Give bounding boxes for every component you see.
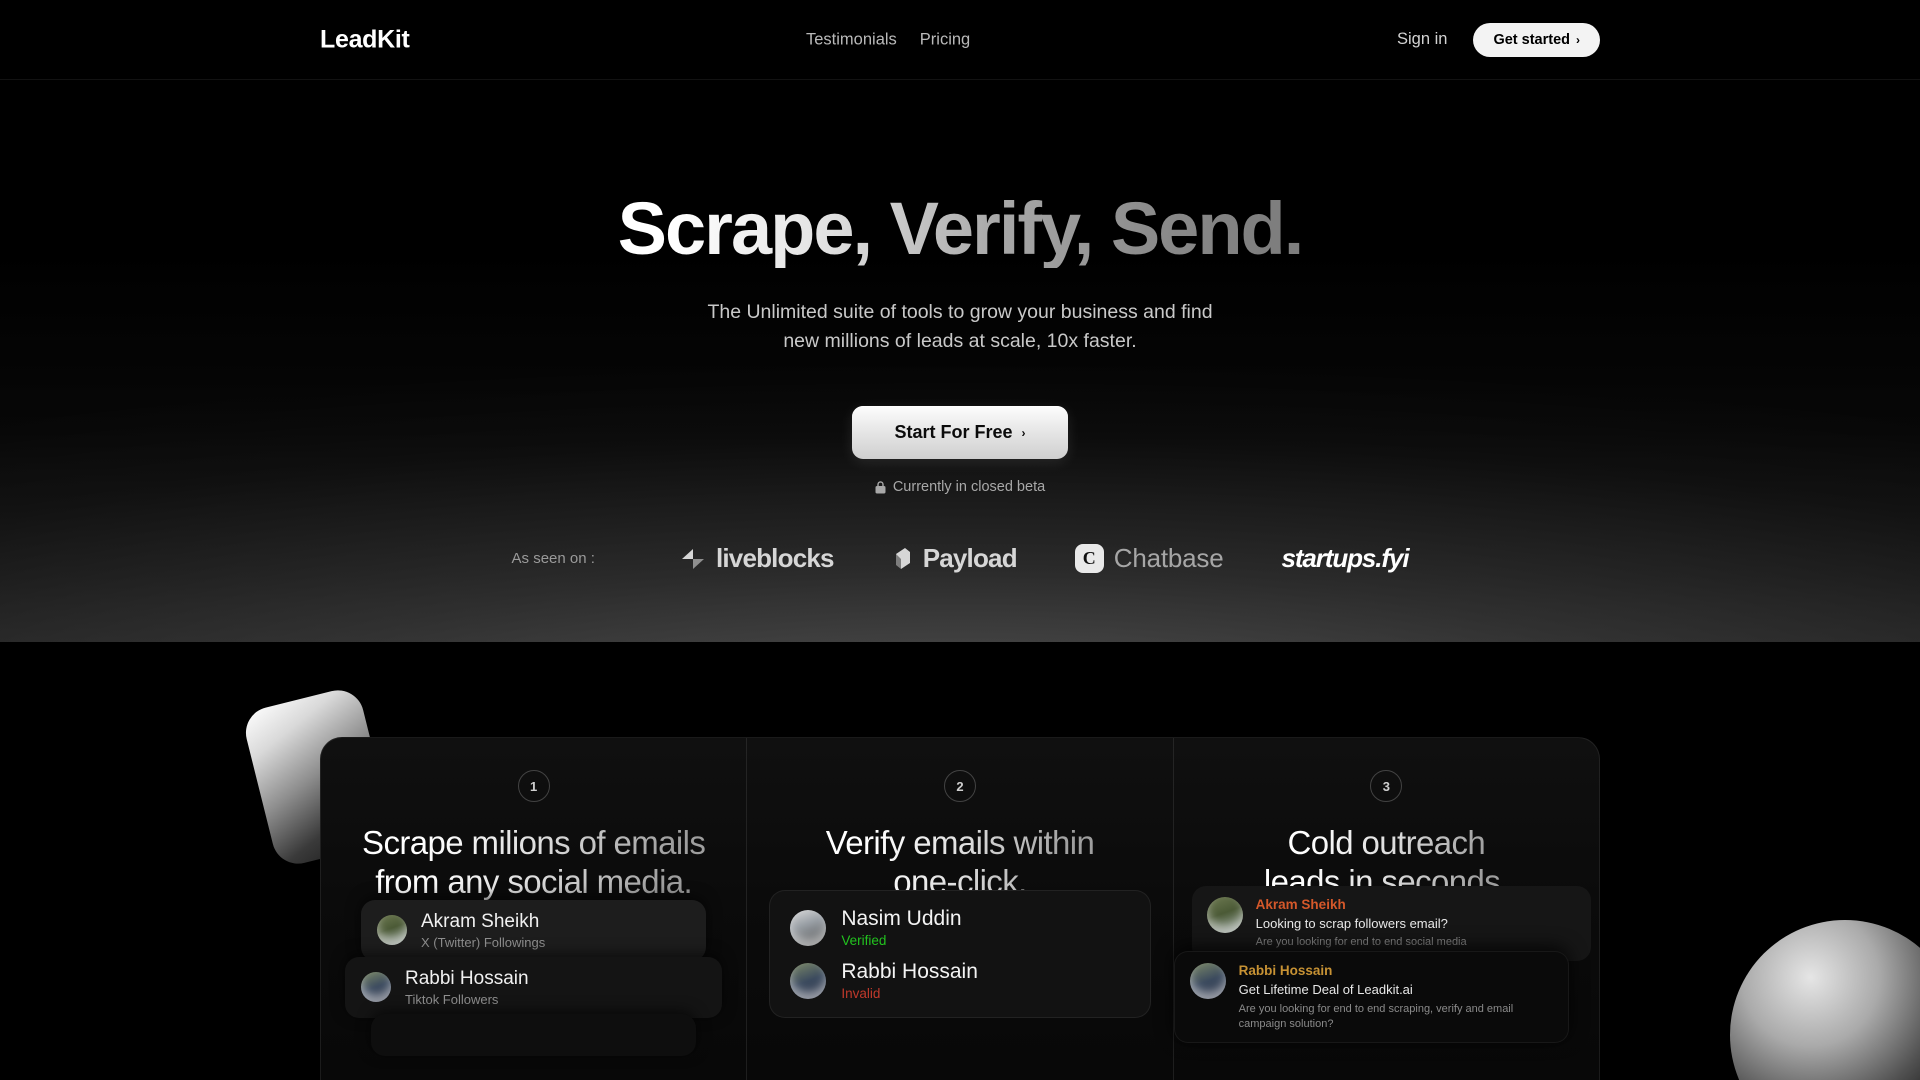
sign-in-link[interactable]: Sign in — [1397, 30, 1447, 49]
message-sender: Rabbi Hossain — [1238, 963, 1333, 979]
lead-name: Rabbi Hossain — [405, 967, 529, 989]
page-root: LeadKit Testimonials Pricing Sign in Get… — [0, 0, 1920, 1080]
start-for-free-button[interactable]: Start For Free › — [852, 406, 1068, 460]
as-seen-on-label: As seen on : — [511, 550, 595, 568]
liveblocks-logo-icon — [681, 548, 704, 569]
feature-card-title-line-1: Cold outreach — [1287, 824, 1486, 861]
logo-payload[interactable]: Payload — [892, 543, 1018, 574]
avatar — [1189, 963, 1226, 1000]
lead-row-stack: Akram Sheikh X (Twitter) Followings Rabb… — [345, 900, 723, 1056]
message-bubble[interactable]: Akram Sheikh Looking to scrap followers … — [1191, 886, 1591, 962]
list-item[interactable]: Nasim Uddin Verified — [790, 907, 1129, 948]
feature-card-outreach: 3 Cold outreach leads in seconds. Akram … — [1173, 738, 1599, 1080]
lead-source: Tiktok Followers — [405, 991, 499, 1007]
decorative-circle — [1730, 920, 1920, 1080]
logo-chatbase-label: Chatbase — [1113, 543, 1224, 574]
hero-section: Scrape, Verify, Send. The Unlimited suit… — [0, 80, 1920, 642]
list-item-placeholder — [371, 1013, 697, 1056]
hero-subtitle-line-2: new millions of leads at scale, 10x fast… — [783, 329, 1137, 352]
site-header: LeadKit Testimonials Pricing Sign in Get… — [0, 0, 1920, 80]
avatar — [790, 909, 827, 946]
feature-card-title: Scrape milions of emails from any social… — [362, 824, 705, 902]
step-badge: 1 — [517, 770, 550, 802]
list-item[interactable]: Akram Sheikh X (Twitter) Followings — [361, 900, 707, 961]
lock-icon — [875, 480, 886, 494]
status-badge: Verified — [841, 933, 887, 949]
features-section: 1 Scrape milions of emails from any soci… — [0, 642, 1920, 1080]
chatbase-logo-icon: C — [1074, 544, 1104, 574]
feature-cards-panel: 1 Scrape milions of emails from any soci… — [320, 737, 1600, 1080]
feature-card-verify: 2 Verify emails within one-click. Nasim … — [747, 738, 1174, 1080]
message-bubble[interactable]: Rabbi Hossain Get Lifetime Deal of Leadk… — [1173, 951, 1569, 1044]
page-title: Scrape, Verify, Send. — [617, 187, 1305, 270]
avatar — [1206, 897, 1243, 933]
message-subject: Looking to scrap followers email? — [1255, 916, 1448, 932]
message-subject: Get Lifetime Deal of Leadkit.ai — [1238, 982, 1413, 998]
as-seen-on-row: As seen on : liveblocks Payload C Chatba… — [511, 543, 1410, 574]
feature-card-scrape: 1 Scrape milions of emails from any soci… — [321, 738, 748, 1080]
step-badge: 2 — [943, 770, 976, 802]
avatar — [377, 915, 407, 946]
list-item[interactable]: Rabbi Hossain Invalid — [790, 960, 1129, 1001]
nav-link-pricing[interactable]: Pricing — [920, 30, 970, 49]
logo-chatbase[interactable]: C Chatbase — [1074, 543, 1224, 574]
status-badge: Invalid — [841, 986, 881, 1002]
list-item[interactable]: Rabbi Hossain Tiktok Followers — [345, 956, 723, 1018]
logo-payload-label: Payload — [922, 543, 1018, 574]
avatar — [361, 972, 391, 1003]
startupsfyi-logo-icon: startups.fyi — [1281, 543, 1410, 574]
avatar — [790, 962, 827, 999]
hero-subtitle: The Unlimited suite of tools to grow you… — [707, 298, 1212, 357]
get-started-button[interactable]: Get started › — [1473, 22, 1600, 57]
lead-source: X (Twitter) Followings — [421, 934, 546, 950]
message-body: Are you looking for end to end scraping,… — [1238, 1002, 1514, 1030]
feature-card-title-line-1: Scrape milions of emails — [362, 824, 706, 861]
logo-liveblocks[interactable]: liveblocks — [680, 543, 834, 574]
beta-notice-label: Currently in closed beta — [892, 479, 1046, 496]
get-started-label: Get started — [1493, 31, 1570, 48]
step-badge: 3 — [1370, 770, 1403, 802]
verification-list: Nasim Uddin Verified Rabbi Hossain Inval… — [769, 890, 1151, 1019]
payload-logo-icon — [895, 547, 910, 569]
beta-notice: Currently in closed beta — [875, 479, 1045, 495]
feature-card-title-line-2: from any social media. — [375, 862, 693, 900]
main-navigation: Testimonials Pricing — [806, 30, 970, 49]
message-sender: Akram Sheikh — [1255, 897, 1346, 912]
outreach-message-stack: Akram Sheikh Looking to scrap followers … — [1173, 886, 1591, 1044]
lead-name: Rabbi Hossain — [841, 960, 978, 984]
lead-name: Akram Sheikh — [421, 911, 540, 932]
logo-liveblocks-label: liveblocks — [715, 543, 835, 574]
hero-cta-group: Start For Free › Currently in closed bet… — [852, 406, 1068, 495]
brand-logo[interactable]: LeadKit — [320, 25, 410, 54]
message-body: Are you looking for end to end social me… — [1255, 936, 1467, 949]
feature-card-title-line-1: Verify emails within — [825, 824, 1095, 861]
start-for-free-label: Start For Free — [894, 422, 1013, 443]
hero-subtitle-line-1: The Unlimited suite of tools to grow you… — [707, 300, 1213, 323]
logo-startupsfyi[interactable]: startups.fyi — [1281, 543, 1410, 574]
chevron-right-icon: › — [1021, 425, 1026, 440]
chevron-right-icon: › — [1576, 32, 1580, 47]
header-actions: Sign in Get started › — [1397, 22, 1600, 57]
lead-name: Nasim Uddin — [841, 907, 962, 930]
nav-link-testimonials[interactable]: Testimonials — [806, 30, 897, 49]
